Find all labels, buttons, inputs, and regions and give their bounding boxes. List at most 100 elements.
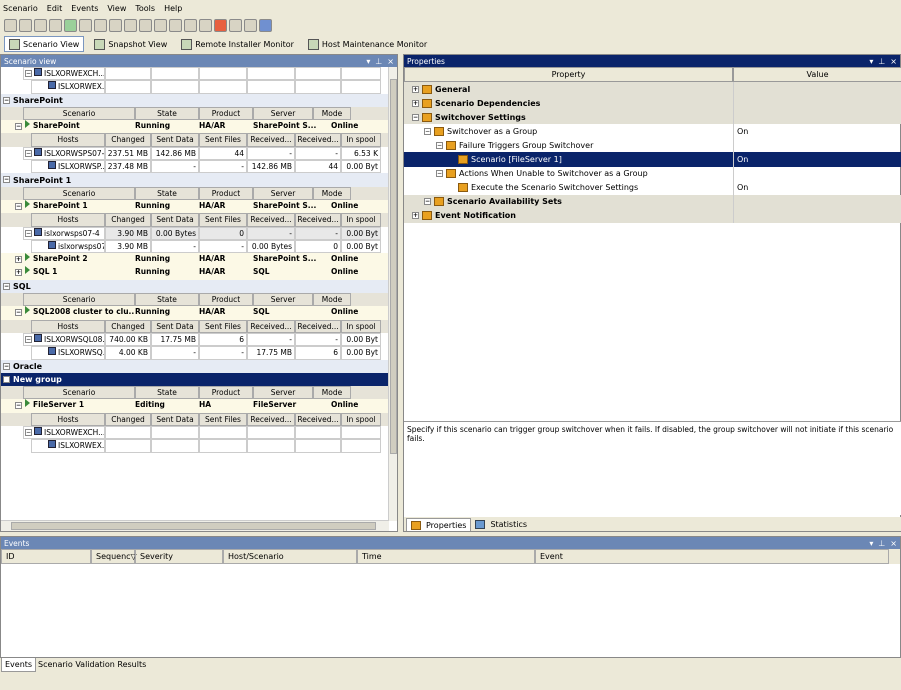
host-icon[interactable] xyxy=(169,18,182,32)
value-column-header[interactable]: Value xyxy=(733,67,901,82)
property-value[interactable] xyxy=(733,138,901,153)
host-row[interactable]: − ISLXORWSQL08... 740.00 KB 17.75 MB 6- -0.00… xyxy=(1,332,389,347)
open-icon[interactable] xyxy=(19,18,32,32)
expand-icon[interactable]: − xyxy=(15,402,22,410)
collapse-icon[interactable]: − xyxy=(3,375,10,383)
property-value[interactable] xyxy=(733,208,901,223)
close-icon[interactable]: × xyxy=(890,57,897,66)
host-col-header[interactable]: Hosts xyxy=(31,412,105,427)
host-row[interactable]: ISLXORWSP... 237.48 MB - -142.86 MB 44 0.00 B… xyxy=(1,160,389,174)
host-col-header[interactable]: Sent Data xyxy=(151,412,199,427)
property-row[interactable]: − Switchover as a Group On xyxy=(404,124,901,139)
property-value[interactable] xyxy=(733,82,901,97)
host-col-header[interactable]: Sent Files xyxy=(199,133,247,147)
expand-icon[interactable]: − xyxy=(436,141,443,149)
host-col-header[interactable]: Received... xyxy=(295,319,341,333)
host-col-header[interactable]: In spool xyxy=(341,213,381,227)
scenario-col-header[interactable]: Scenario xyxy=(23,186,135,200)
scenario-row[interactable]: + SQL 1 Running HA/AR SQL Online xyxy=(1,266,389,280)
info-icon[interactable] xyxy=(259,18,272,32)
host-col-header[interactable]: Sent Data xyxy=(151,213,199,227)
menu-edit[interactable]: Edit xyxy=(47,4,63,13)
host-col-header[interactable]: Hosts xyxy=(31,213,105,227)
statistics-icon[interactable] xyxy=(154,18,167,32)
host-col-header[interactable]: In spool xyxy=(341,412,381,427)
scenario-col-header[interactable]: Product xyxy=(199,106,253,121)
scenario-group[interactable]: − SQL xyxy=(1,279,389,294)
scenario-col-header[interactable]: Scenario xyxy=(23,293,135,307)
expand-icon[interactable]: + xyxy=(412,99,419,107)
property-value[interactable] xyxy=(733,194,901,209)
host-col-header[interactable]: Changed xyxy=(105,319,151,333)
scenario-col-header[interactable]: State xyxy=(135,293,199,307)
tab-properties[interactable]: Properties xyxy=(406,518,472,531)
host-col-header[interactable]: Hosts xyxy=(31,319,105,333)
host-col-header[interactable]: Sent Data xyxy=(151,133,199,147)
scenario-row[interactable]: − SharePoint Running HA/AR SharePoint S... On… xyxy=(1,120,389,134)
menu-view[interactable]: View xyxy=(107,4,126,13)
host-row[interactable]: ISLXORWEX... xyxy=(1,439,389,453)
host-col-header[interactable]: Sent Files xyxy=(199,213,247,227)
scenario-row[interactable]: − SQL2008 cluster to clu... Running HA/AR SQ… xyxy=(1,306,389,320)
host-col-header[interactable]: Received... xyxy=(247,213,295,227)
tab-events[interactable]: Events xyxy=(1,658,37,672)
host-maintenance-monitor-button[interactable]: Host Maintenance Monitor xyxy=(304,36,431,52)
host-row[interactable]: − ISLXORWEXCH... xyxy=(1,67,389,81)
scenario-group[interactable]: − SharePoint xyxy=(1,93,389,107)
host-col-header[interactable]: Sent Data xyxy=(151,319,199,333)
save-all-icon[interactable] xyxy=(49,18,62,32)
scenario-col-header[interactable]: State xyxy=(135,186,199,200)
host-row[interactable]: islxorwsps07-73.90 MB--0.00 Bytes00.00 B… xyxy=(1,239,389,254)
host-col-header[interactable]: Received... xyxy=(295,133,341,147)
sync-icon[interactable] xyxy=(94,18,107,32)
close-icon[interactable]: × xyxy=(890,539,897,548)
switchover-icon[interactable] xyxy=(109,18,122,32)
expand-icon[interactable]: − xyxy=(424,198,431,206)
tab-statistics[interactable]: Statistics xyxy=(471,518,531,531)
horizontal-scrollbar[interactable] xyxy=(1,520,389,531)
host-col-header[interactable]: Sent Files xyxy=(199,412,247,427)
scenario-col-header[interactable]: Server xyxy=(253,106,313,121)
collapse-icon[interactable]: − xyxy=(3,282,10,290)
remote-installer-monitor-button[interactable]: Remote Installer Monitor xyxy=(177,36,298,52)
expand-icon[interactable]: + xyxy=(15,269,22,277)
expand-icon[interactable]: − xyxy=(412,113,419,121)
property-row[interactable]: + Scenario Dependencies xyxy=(404,96,901,111)
menu-tools[interactable]: Tools xyxy=(135,4,155,13)
host-col-header[interactable]: Received... xyxy=(247,133,295,147)
panel-dropdown-icon[interactable]: ▾ xyxy=(366,57,370,66)
host-col-header[interactable]: Sent Files xyxy=(199,319,247,333)
tab-scenario-validation-results[interactable]: Scenario Validation Results xyxy=(35,658,149,671)
scenario-col-header[interactable]: Scenario xyxy=(23,386,135,400)
scenario-col-header[interactable]: Server xyxy=(253,186,313,200)
property-row[interactable]: − Failure Triggers Group Switchover xyxy=(404,138,901,153)
host-row[interactable]: − ISLXORWSPS07-1 237.51 MB 142.86 MB 44- -6.5… xyxy=(1,146,389,161)
close-icon[interactable]: × xyxy=(387,57,394,66)
host-col-header[interactable]: Received... xyxy=(247,319,295,333)
scenario-col-header[interactable]: Mode xyxy=(313,386,351,400)
host-col-header[interactable]: In spool xyxy=(341,133,381,147)
scenario-col-header[interactable]: Mode xyxy=(313,106,351,121)
collapse-icon[interactable]: − xyxy=(3,176,10,184)
scenario-row[interactable]: − FileServer 1 Editing HA FileServer Online xyxy=(1,399,389,413)
scenario-col-header[interactable]: Product xyxy=(199,293,253,307)
collapse-icon[interactable]: − xyxy=(3,96,10,104)
collapse-icon[interactable]: − xyxy=(3,362,10,370)
expand-icon[interactable]: + xyxy=(412,85,419,93)
col-time[interactable]: Time xyxy=(357,549,535,564)
property-row[interactable]: − Actions When Unable to Switchover as a … xyxy=(404,166,901,181)
col-severity[interactable]: Severity xyxy=(135,549,223,564)
scenario-col-header[interactable]: Mode xyxy=(313,186,351,200)
scenario-row[interactable]: + SharePoint 2 Running HA/AR SharePoint S...… xyxy=(1,253,389,267)
property-row[interactable]: + General xyxy=(404,82,901,97)
host-row[interactable]: − ISLXORWEXCH... xyxy=(1,426,389,440)
collapse-icon[interactable]: − xyxy=(25,70,32,77)
col-host-scenario[interactable]: Host/Scenario xyxy=(223,549,357,564)
vertical-scrollbar[interactable] xyxy=(388,67,397,521)
scenario-col-header[interactable]: Scenario xyxy=(23,106,135,121)
maintenance-icon[interactable] xyxy=(229,18,242,32)
menu-events[interactable]: Events xyxy=(71,4,98,13)
scenario-col-header[interactable]: State xyxy=(135,386,199,400)
property-column-header[interactable]: Property xyxy=(404,67,733,82)
difference-report-icon[interactable] xyxy=(124,18,137,32)
